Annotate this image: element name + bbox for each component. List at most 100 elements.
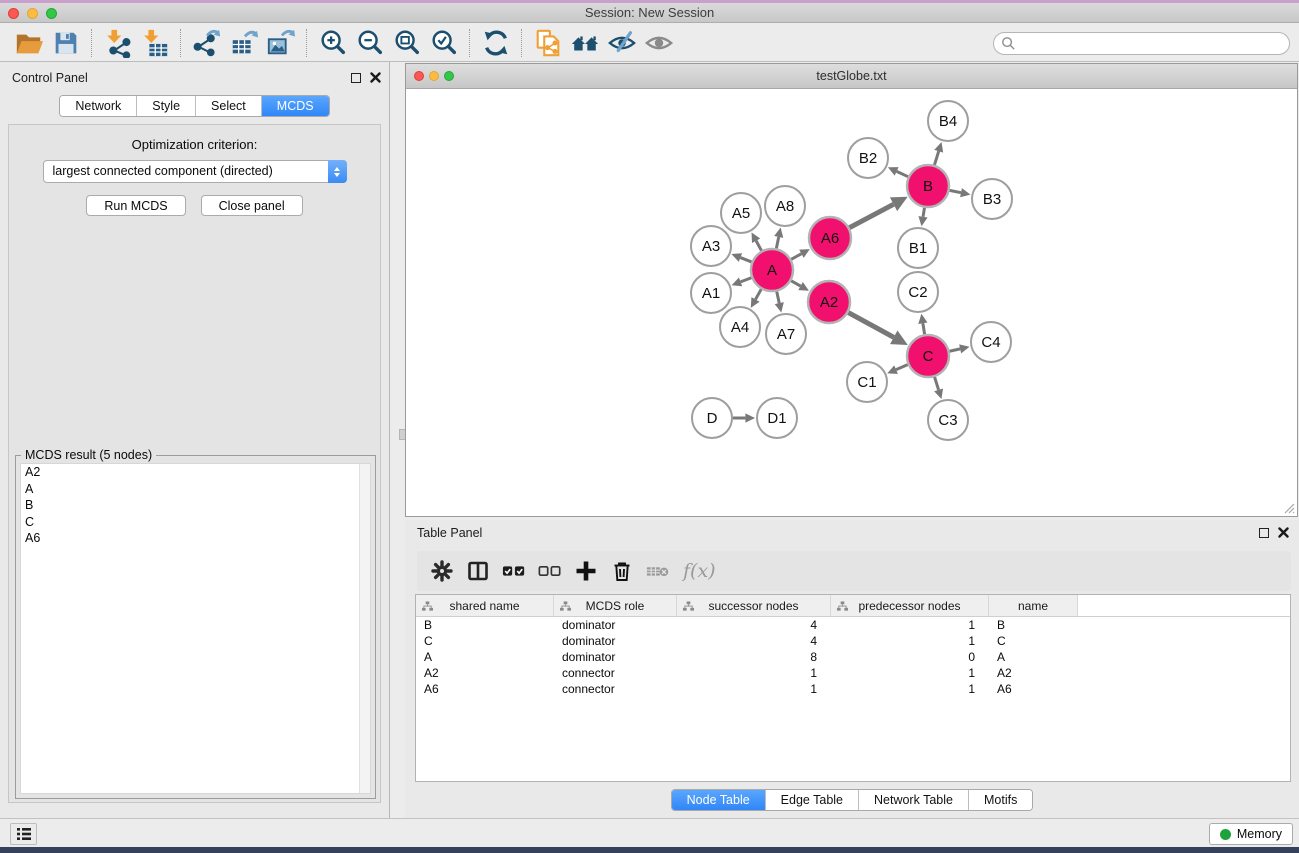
node-label-B2: B2	[859, 150, 877, 167]
function-builder-icon[interactable]: f(x)	[679, 560, 716, 582]
open-session-icon[interactable]	[10, 27, 47, 59]
cell: 1	[831, 681, 989, 697]
table-row[interactable]: Cdominator41C	[416, 633, 1290, 649]
edge-A6-B[interactable]	[849, 204, 893, 227]
duplicate-network-view-icon[interactable]	[529, 27, 566, 59]
edge-B-B4[interactable]	[934, 151, 938, 165]
close-panel-icon[interactable]	[370, 72, 381, 83]
edge-A-A5[interactable]	[756, 241, 761, 251]
hide-graphics-details-icon[interactable]	[603, 27, 640, 59]
window-title: Session: New Session	[0, 3, 1299, 22]
edge-A-A6[interactable]	[791, 254, 801, 260]
edge-C-C1[interactable]	[896, 365, 908, 370]
edge-A-A2[interactable]	[791, 281, 800, 286]
close-table-panel-icon[interactable]	[1278, 527, 1289, 538]
node-table[interactable]: shared nameMCDS rolesuccessor nodesprede…	[415, 594, 1291, 782]
tab-select[interactable]: Select	[195, 96, 261, 116]
close-panel-button[interactable]: Close panel	[201, 195, 303, 216]
column-header-successor-nodes[interactable]: successor nodes	[677, 595, 831, 616]
float-table-panel-icon[interactable]	[1259, 528, 1269, 538]
task-list-icon	[16, 827, 32, 841]
edge-C-C2[interactable]	[923, 323, 925, 334]
table-panel: Table Panel	[405, 520, 1299, 818]
tab-style[interactable]: Style	[136, 96, 195, 116]
zoom-out-icon[interactable]	[351, 27, 388, 59]
edge-B-B1[interactable]	[923, 208, 924, 217]
table-row[interactable]: Bdominator41B	[416, 617, 1290, 633]
tab-motifs[interactable]: Motifs	[968, 790, 1032, 810]
edge-A2-C[interactable]	[848, 313, 893, 338]
edge-C-C3[interactable]	[935, 377, 939, 390]
save-session-icon[interactable]	[47, 27, 84, 59]
tab-edge-table[interactable]: Edge Table	[765, 790, 858, 810]
mcds-result-list[interactable]: A2ABCA6	[20, 463, 371, 794]
edge-A-A4[interactable]	[755, 289, 761, 299]
column-header-predecessor-nodes[interactable]: predecessor nodes	[831, 595, 989, 616]
zoom-selected-icon[interactable]	[425, 27, 462, 59]
import-network-icon[interactable]	[99, 27, 136, 59]
zoom-fit-icon[interactable]	[388, 27, 425, 59]
export-table-icon[interactable]	[225, 27, 262, 59]
network-window-titlebar[interactable]: testGlobe.txt	[406, 64, 1297, 89]
column-header-MCDS-role[interactable]: MCDS role	[554, 595, 677, 616]
resize-grip-icon[interactable]	[1282, 501, 1295, 514]
app-screen: Session: New Session	[0, 0, 1299, 853]
deselect-all-rows-icon[interactable]	[535, 557, 565, 585]
edge-B-B2[interactable]	[897, 171, 908, 176]
edge-B-B3[interactable]	[950, 190, 961, 192]
memory-status-icon	[1220, 829, 1231, 840]
window-titlebar[interactable]: Session: New Session	[0, 3, 1299, 23]
result-item[interactable]: B	[21, 497, 370, 514]
edge-A-A3[interactable]	[740, 258, 751, 262]
cell: A2	[989, 665, 1078, 681]
tab-network-table[interactable]: Network Table	[858, 790, 968, 810]
network-window-title: testGlobe.txt	[406, 64, 1297, 88]
result-item[interactable]: A2	[21, 464, 370, 481]
edge-A-A8[interactable]	[776, 237, 778, 248]
table-row[interactable]: Adominator80A	[416, 649, 1290, 665]
column-namespace-icon	[837, 601, 848, 612]
network-graph[interactable]: B4B2BB3A8A5A6A3B1AC2A1A2A4A7C4CC1DD1C3	[406, 89, 1297, 516]
export-image-icon[interactable]	[262, 27, 299, 59]
edge-A-A1[interactable]	[741, 278, 752, 282]
zoom-in-icon[interactable]	[314, 27, 351, 59]
network-overview-icon[interactable]	[566, 27, 603, 59]
column-header-shared-name[interactable]: shared name	[416, 595, 554, 616]
result-item[interactable]: C	[21, 514, 370, 531]
memory-button[interactable]: Memory	[1209, 823, 1293, 845]
add-column-icon[interactable]	[571, 557, 601, 585]
table-row[interactable]: A2connector11A2	[416, 665, 1290, 681]
edge-A-A7[interactable]	[777, 291, 780, 303]
table-options-gear-icon[interactable]	[427, 557, 457, 585]
column-header-name[interactable]: name	[989, 595, 1078, 616]
show-column-icon[interactable]	[463, 557, 493, 585]
export-network-icon[interactable]	[188, 27, 225, 59]
table-row[interactable]: A6connector11A6	[416, 681, 1290, 697]
network-canvas[interactable]: B4B2BB3A8A5A6A3B1AC2A1A2A4A7C4CC1DD1C3	[406, 89, 1297, 516]
import-table-icon[interactable]	[136, 27, 173, 59]
result-item[interactable]: A	[21, 481, 370, 498]
search-box	[993, 32, 1290, 55]
run-mcds-button[interactable]: Run MCDS	[86, 195, 185, 216]
refresh-icon[interactable]	[477, 27, 514, 59]
float-panel-icon[interactable]	[351, 73, 361, 83]
tab-node-table[interactable]: Node Table	[672, 790, 765, 810]
main-toolbar	[0, 24, 1299, 62]
search-input[interactable]	[993, 32, 1290, 55]
tab-network[interactable]: Network	[60, 96, 136, 116]
edge-C-C4[interactable]	[949, 349, 960, 351]
network-close-button[interactable]	[414, 71, 424, 81]
delete-table-icon[interactable]	[643, 557, 673, 585]
optimization-criterion-select[interactable]: largest connected component (directed)	[43, 160, 347, 183]
network-zoom-button[interactable]	[444, 71, 454, 81]
edge-arrowhead	[745, 413, 755, 422]
result-scrollbar[interactable]	[359, 464, 370, 793]
cell: A6	[416, 681, 554, 697]
show-graphics-details-icon[interactable]	[640, 27, 677, 59]
network-minimize-button[interactable]	[429, 71, 439, 81]
task-history-button[interactable]	[10, 823, 37, 845]
delete-column-icon[interactable]	[607, 557, 637, 585]
tab-mcds[interactable]: MCDS	[261, 96, 329, 116]
select-all-rows-icon[interactable]	[499, 557, 529, 585]
result-item[interactable]: A6	[21, 530, 370, 547]
